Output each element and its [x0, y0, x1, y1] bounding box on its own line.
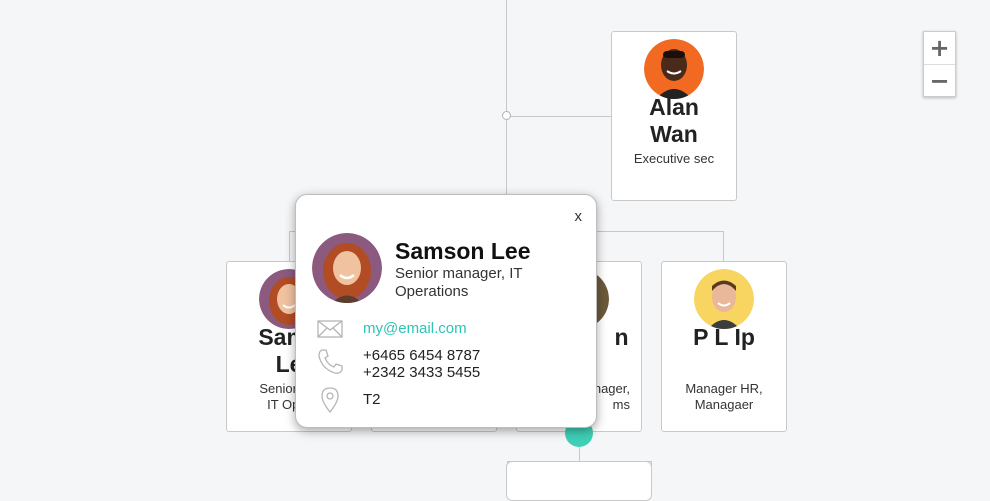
employee-detail-popup: x Samson Lee Senior manager, IT Operatio… — [295, 194, 597, 428]
email-icon — [317, 320, 343, 338]
zoom-control: + − — [923, 31, 956, 97]
close-button[interactable]: x — [575, 208, 583, 225]
node-title: Manager HR, Managaer — [685, 381, 763, 412]
org-node-card-partial[interactable] — [506, 461, 652, 501]
zoom-out-button[interactable]: − — [924, 64, 955, 97]
avatar-photo-icon — [312, 233, 382, 303]
zoom-in-button[interactable]: + — [924, 32, 955, 64]
connector-to-alan — [507, 116, 612, 117]
avatar-photo-icon — [694, 269, 754, 329]
phone-numbers: +6465 6454 8787 +2342 3433 5455 — [363, 347, 481, 381]
org-node-card-alan-wan[interactable]: Alan Wan Executive sec — [611, 31, 737, 201]
location-row: T2 — [316, 386, 381, 414]
email-link[interactable]: my@email.com — [363, 315, 467, 343]
popup-avatar — [312, 233, 382, 303]
location-pin-icon — [321, 387, 339, 414]
popup-title: Senior manager, IT Operations — [395, 265, 523, 300]
node-name: P L Ip — [693, 324, 755, 350]
connector-node-dot — [502, 111, 511, 120]
email-row: my@email.com — [316, 315, 467, 343]
avatar — [644, 39, 704, 99]
node-title: Executive sec — [633, 151, 715, 166]
phone-row: +6465 6454 8787 +2342 3433 5455 — [316, 347, 480, 381]
phone-icon — [318, 349, 343, 374]
org-node-card-p-l-ip[interactable]: P L Ip Manager HR, Managaer — [661, 261, 787, 432]
avatar-photo-icon — [644, 39, 704, 99]
location-value: T2 — [363, 391, 381, 408]
connector-child-4 — [723, 231, 724, 261]
connector-child-1 — [289, 231, 290, 261]
avatar — [694, 269, 754, 329]
node-name: Alan Wan — [649, 94, 699, 147]
popup-name: Samson Lee — [395, 238, 531, 264]
